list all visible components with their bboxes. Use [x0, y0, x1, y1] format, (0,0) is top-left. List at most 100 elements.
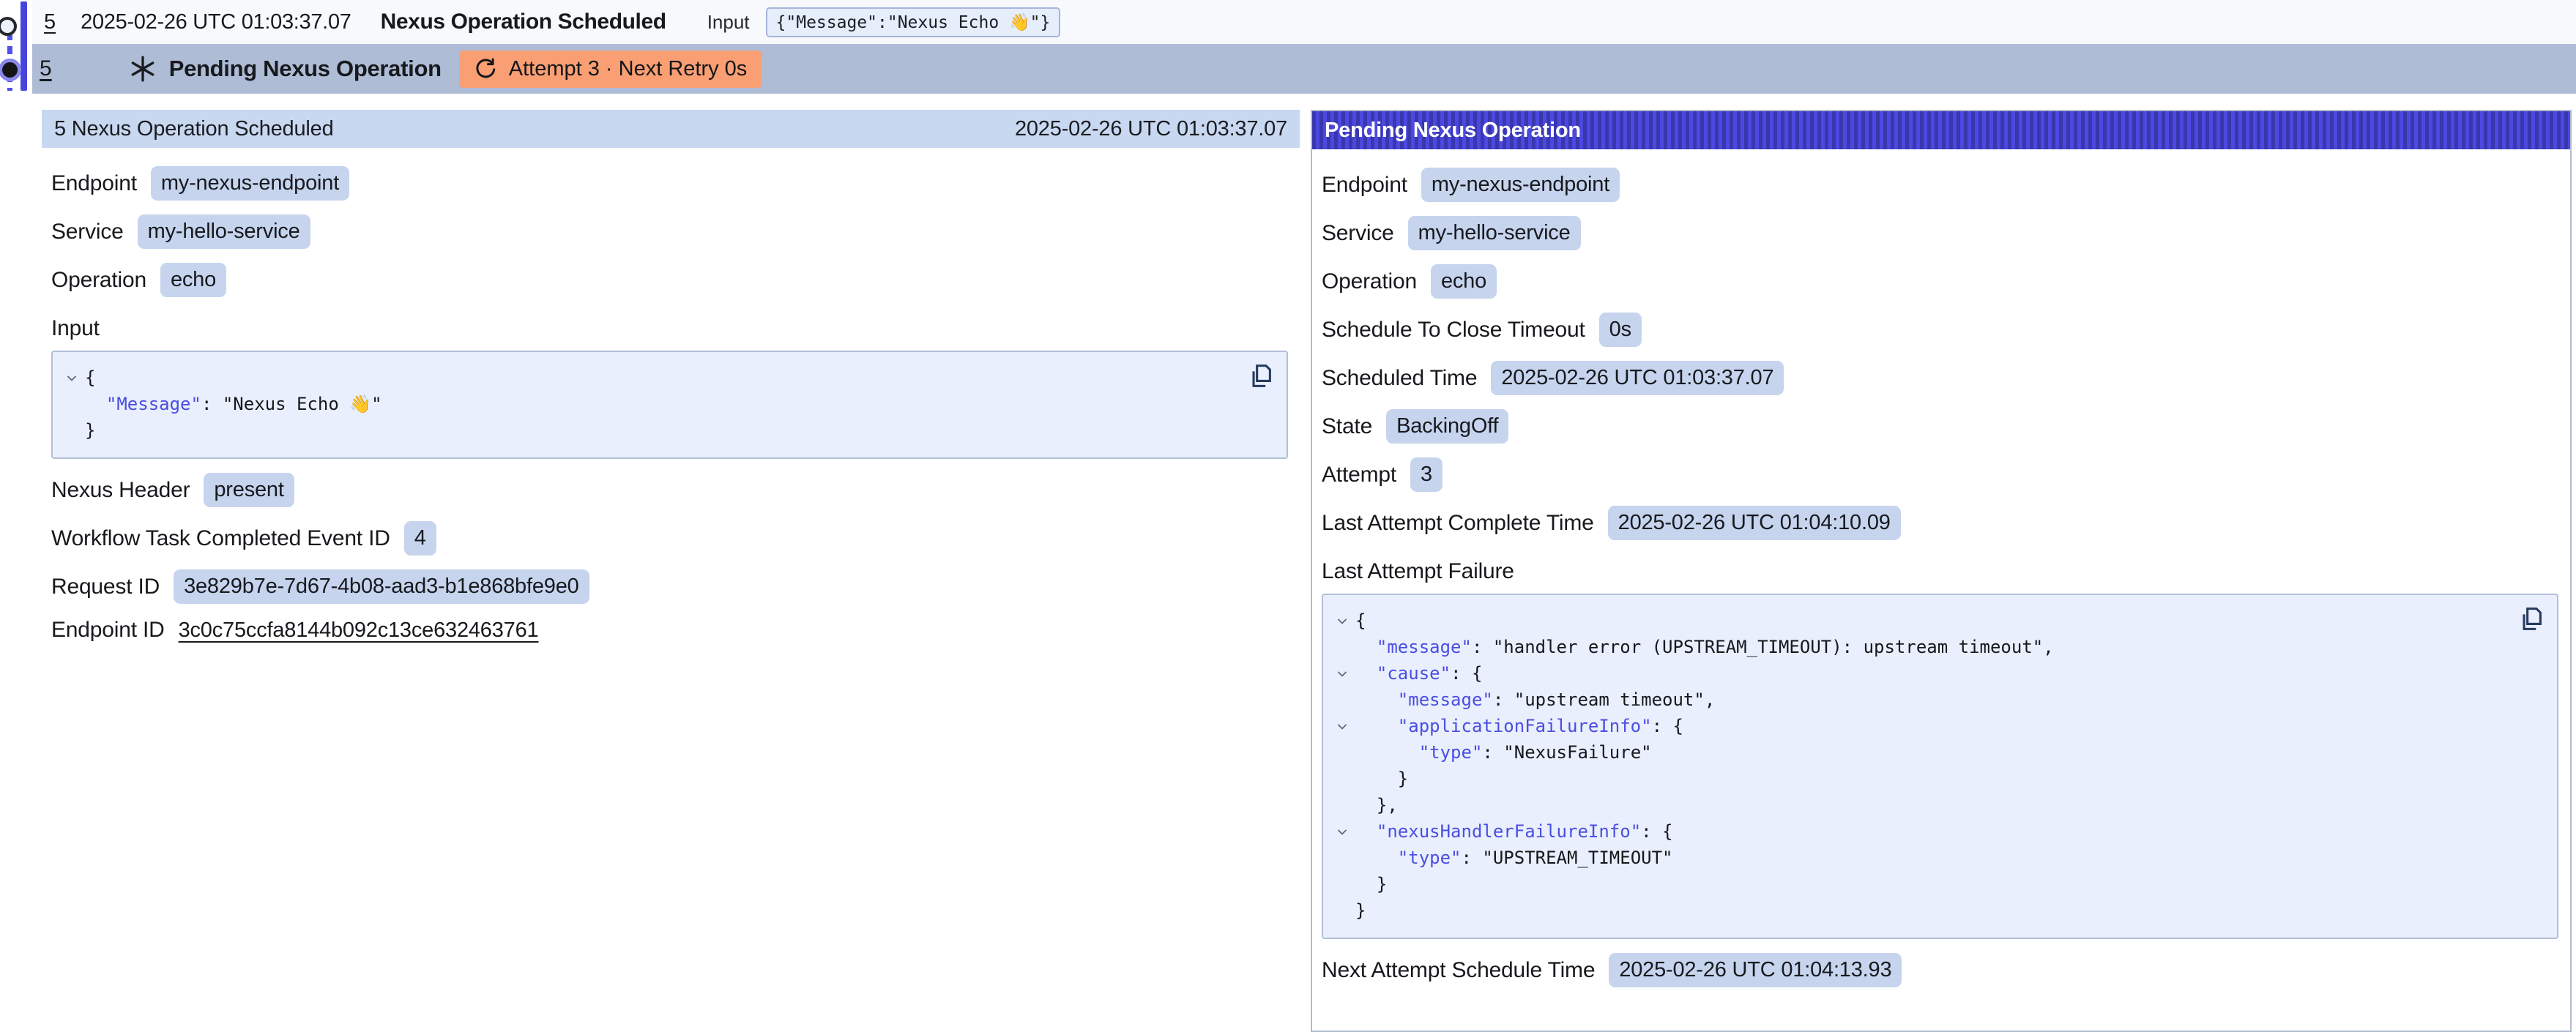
field-label: Schedule To Close Timeout	[1322, 318, 1585, 343]
event-input-label: Input	[707, 11, 750, 34]
field-row: State BackingOff	[1322, 409, 2558, 444]
failure-json-viewer: { "message": "handler error (UPSTREAM_TI…	[1322, 594, 2558, 939]
field-value-badge: 2025-02-26 UTC 01:04:10.09	[1608, 506, 1901, 540]
timeline-pending-marker-icon	[2, 62, 18, 78]
pending-operation-panel: Pending Nexus Operation Endpoint my-nexus…	[1311, 110, 2572, 1032]
field-label: Endpoint	[51, 171, 137, 196]
input-json-viewer: { "Message": "Nexus Echo 👋"}	[51, 351, 1288, 459]
field-row: Workflow Task Completed Event ID4	[51, 521, 1288, 556]
code-line-text: "nexusHandlerFailureInfo": {	[1355, 818, 1673, 845]
code-line-text: {	[85, 364, 95, 391]
timeline-active-bar	[21, 1, 27, 91]
code-line-text: {	[1355, 607, 1366, 634]
field-value-badge: present	[204, 473, 294, 507]
pending-nexus-operation-row[interactable]: 5 Pending Nexus Operation Attempt 3 · Ne…	[32, 44, 2576, 94]
pending-event-id-link[interactable]: 5	[40, 56, 52, 81]
field-value-badge: my-nexus-endpoint	[1421, 168, 1620, 202]
field-value-badge: 2025-02-26 UTC 01:03:37.07	[1491, 361, 1784, 395]
field-label: Nexus Header	[51, 478, 190, 503]
field-row: Nexus Header present	[51, 473, 1288, 507]
field-label: Endpoint ID	[51, 618, 165, 643]
event-detail-panel: 5 Nexus Operation Scheduled 2025-02-26 U…	[42, 110, 1300, 686]
field-row: Attempt3	[1322, 457, 2558, 492]
code-line: "message": "upstream timeout",	[1329, 687, 2498, 713]
collapse-chevron-icon[interactable]	[1329, 818, 1355, 840]
field-value-link[interactable]: 3c0c75ccfa8144b092c13ce632463761	[179, 618, 539, 643]
collapse-chevron-icon[interactable]	[1329, 713, 1355, 734]
pending-row-title: Pending Nexus Operation	[169, 56, 442, 82]
pending-operation-header-title: Pending Nexus Operation	[1325, 119, 1581, 143]
last-attempt-failure-label: Last Attempt Failure	[1322, 559, 2558, 584]
code-line-text: "type": "NexusFailure"	[1355, 739, 1652, 766]
event-input-preview-chip[interactable]: {"Message":"Nexus Echo 👋"}	[766, 7, 1061, 37]
copy-icon[interactable]	[1243, 359, 1276, 392]
field-label: Operation	[51, 268, 146, 293]
code-line: {	[59, 364, 1228, 391]
field-value-badge: BackingOff	[1386, 409, 1508, 444]
code-line: }	[1329, 766, 2498, 792]
field-label: Next Attempt Schedule Time	[1322, 958, 1595, 983]
collapse-chevron-icon[interactable]	[1329, 607, 1355, 629]
field-label: Service	[1322, 221, 1394, 246]
pending-asterisk-icon	[128, 54, 157, 83]
code-line: }	[1329, 897, 2498, 924]
code-line-text: }	[85, 417, 95, 444]
collapse-chevron-icon[interactable]	[59, 364, 85, 386]
field-value-badge: 3e829b7e-7d67-4b08-aad3-b1e868bfe9e0	[174, 569, 589, 604]
field-label: Service	[51, 220, 124, 244]
code-line: "type": "NexusFailure"	[1329, 739, 2498, 766]
code-line: "Message": "Nexus Echo 👋"	[59, 391, 1228, 417]
field-label: Request ID	[51, 575, 160, 599]
field-row: Endpoint my-nexus-endpoint	[51, 166, 1288, 201]
event-row-nexus-operation-scheduled[interactable]: 5 2025-02-26 UTC 01:03:37.07 Nexus Opera…	[32, 0, 2576, 44]
field-row: Endpoint ID 3c0c75ccfa8144b092c13ce632463…	[51, 618, 1288, 643]
field-row: Scheduled Time 2025-02-26 UTC 01:03:37.07	[1322, 361, 2558, 395]
field-label: Scheduled Time	[1322, 366, 1477, 391]
code-line: "applicationFailureInfo": {	[1329, 713, 2498, 739]
event-id-link[interactable]: 5	[44, 10, 56, 34]
event-timeline-gutter	[0, 0, 32, 99]
code-line-text: "Message": "Nexus Echo 👋"	[85, 391, 382, 417]
code-line-text: "cause": {	[1355, 660, 1482, 687]
field-row: Service my-hello-service	[51, 214, 1288, 249]
input-section-label: Input	[51, 316, 1288, 341]
event-timestamp: 2025-02-26 UTC 01:03:37.07	[81, 10, 351, 34]
code-line-text: "applicationFailureInfo": {	[1355, 713, 1683, 739]
code-line-text: }	[1355, 871, 1387, 897]
field-label: Last Attempt Complete Time	[1322, 511, 1594, 536]
field-row: Schedule To Close Timeout 0s	[1322, 313, 2558, 347]
code-line-text: "type": "UPSTREAM_TIMEOUT"	[1355, 845, 1672, 871]
event-detail-header: 5 Nexus Operation Scheduled 2025-02-26 U…	[42, 110, 1300, 148]
code-line: {	[1329, 607, 2498, 634]
field-value-badge: echo	[1431, 264, 1497, 299]
field-value-badge: my-hello-service	[138, 214, 310, 249]
field-row: Request ID 3e829b7e-7d67-4b08-aad3-b1e868…	[51, 569, 1288, 604]
field-row: Operation echo	[51, 263, 1288, 297]
field-value-badge: 0s	[1599, 313, 1642, 347]
field-label: Endpoint	[1322, 173, 1407, 198]
timeline-dashed-connector	[7, 32, 12, 91]
field-value-badge: my-nexus-endpoint	[151, 166, 349, 201]
retry-icon	[474, 57, 497, 81]
field-label: State	[1322, 414, 1372, 439]
field-value-badge: my-hello-service	[1408, 216, 1581, 250]
attempt-retry-badge: Attempt 3 · Next Retry 0s	[459, 51, 762, 88]
code-line: "cause": {	[1329, 660, 2498, 687]
code-line-text: "message": "upstream timeout",	[1355, 687, 1715, 713]
copy-icon[interactable]	[2514, 602, 2547, 635]
collapse-chevron-icon[interactable]	[1329, 660, 1355, 681]
field-value-badge: 2025-02-26 UTC 01:04:13.93	[1609, 953, 1902, 987]
code-line: },	[1329, 792, 2498, 818]
field-value-badge: 3	[1410, 457, 1443, 492]
code-line-text: }	[1355, 897, 1366, 924]
code-line: "message": "handler error (UPSTREAM_TIME…	[1329, 634, 2498, 660]
field-row: Operationecho	[1322, 264, 2558, 299]
field-row: Last Attempt Complete Time 2025-02-26 UTC…	[1322, 506, 2558, 540]
code-line: "type": "UPSTREAM_TIMEOUT"	[1329, 845, 2498, 871]
field-value-badge: echo	[160, 263, 226, 297]
field-row: Service my-hello-service	[1322, 216, 2558, 250]
field-value-badge: 4	[404, 521, 436, 556]
code-line: }	[1329, 871, 2498, 897]
attempt-retry-text: Attempt 3 · Next Retry 0s	[509, 57, 748, 81]
code-line: }	[59, 417, 1228, 444]
